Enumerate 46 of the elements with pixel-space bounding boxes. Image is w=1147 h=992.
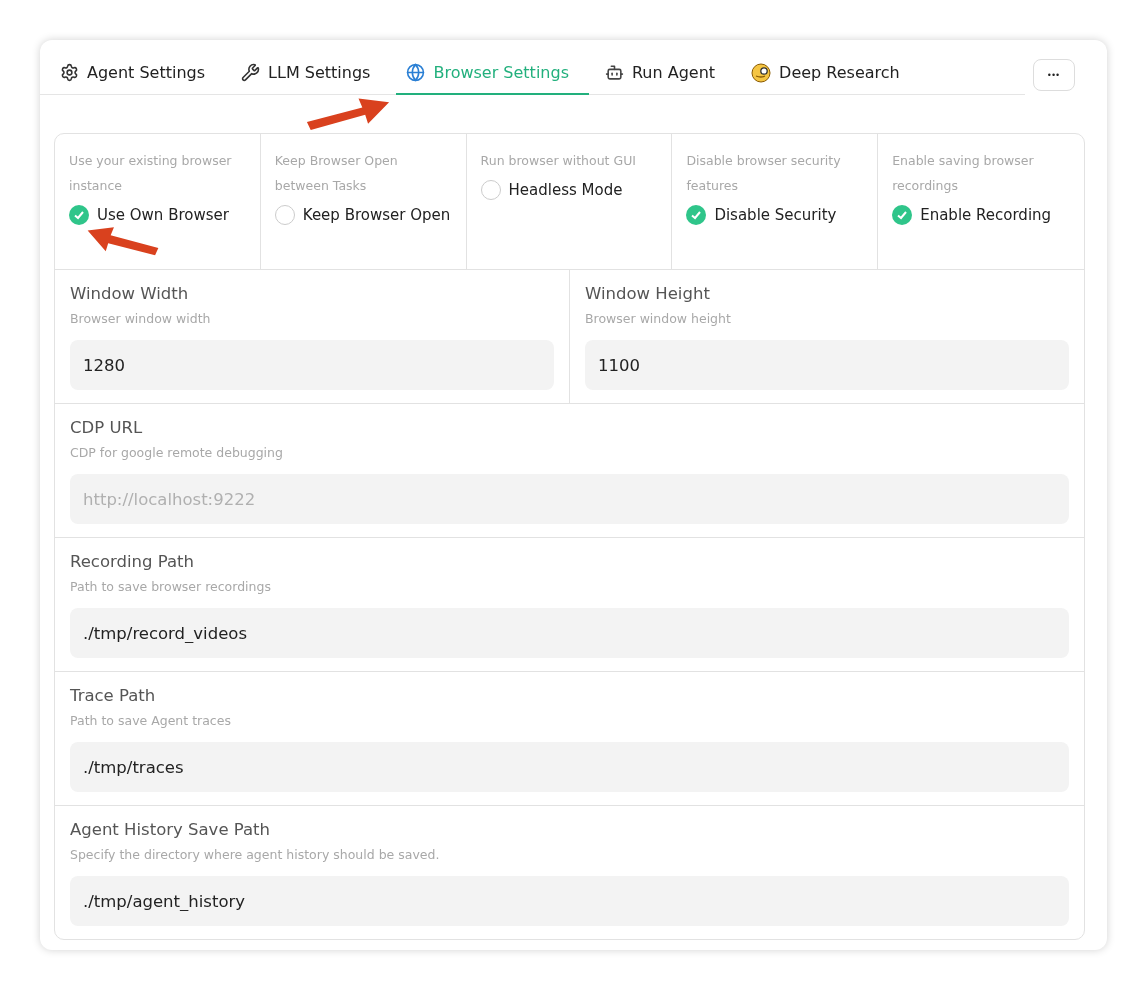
- option-hint: Enable saving browser recordings: [892, 152, 1035, 195]
- text-field[interactable]: ./tmp/record_videos: [70, 608, 1069, 658]
- wrench-icon: [241, 63, 261, 82]
- checkbox[interactable]: [274, 205, 295, 225]
- text-field[interactable]: 1280: [70, 340, 554, 390]
- field-label: Window Width: [70, 283, 190, 305]
- field-label: Recording Path: [70, 551, 196, 573]
- check-icon: [690, 209, 703, 221]
- field-hint: Specify the directory where agent history should be saved.: [70, 846, 441, 864]
- checkbox-option[interactable]: Use Own Browser: [69, 202, 248, 228]
- field-hint: Path to save browser recordings: [70, 578, 272, 596]
- globe-icon: [406, 63, 426, 82]
- option-hint: Disable browser security features: [686, 152, 842, 195]
- text-field[interactable]: 1100: [585, 340, 1069, 390]
- check-icon: [73, 209, 85, 221]
- tab[interactable]: Deep Research: [741, 40, 920, 95]
- checkbox-option[interactable]: Keep Browser Open: [274, 202, 454, 228]
- field-label: Window Height: [585, 283, 711, 305]
- tab[interactable]: LLM Settings: [231, 40, 391, 95]
- text-field[interactable]: http://localhost:9222: [70, 474, 1069, 524]
- text-field[interactable]: ./tmp/agent_history: [70, 876, 1069, 926]
- robot-icon: [604, 63, 624, 82]
- tab[interactable]: Agent Settings: [50, 40, 226, 95]
- checkbox[interactable]: [480, 180, 501, 200]
- option-hint: Use your existing browser instance: [69, 152, 233, 195]
- checkbox[interactable]: [686, 205, 707, 225]
- option-hint: Keep Browser Open between Tasks: [274, 152, 399, 195]
- field-hint: CDP for google remote debugging: [70, 444, 284, 462]
- field-hint: Browser window width: [70, 310, 212, 328]
- field-label: Trace Path: [70, 685, 157, 707]
- checkbox[interactable]: [892, 205, 913, 225]
- checkbox-option[interactable]: Headless Mode: [480, 177, 660, 203]
- field-hint: Browser window height: [585, 310, 732, 328]
- check-icon: [896, 209, 909, 221]
- field-label: Agent History Save Path: [70, 819, 272, 841]
- gear-icon: [60, 63, 79, 82]
- monocle-face-icon: [751, 62, 772, 83]
- checkbox-option[interactable]: Enable Recording: [892, 202, 1072, 228]
- option-hint: Run browser without GUI: [480, 152, 637, 170]
- checkbox[interactable]: [69, 205, 89, 225]
- tab[interactable]: Run Agent: [594, 40, 736, 95]
- text-field[interactable]: ./tmp/traces: [70, 742, 1069, 792]
- field-label: CDP URL: [70, 417, 144, 439]
- field-hint: Path to save Agent traces: [70, 712, 232, 730]
- checkbox-option[interactable]: Disable Security: [686, 202, 866, 228]
- more-button[interactable]: •••: [1033, 59, 1075, 91]
